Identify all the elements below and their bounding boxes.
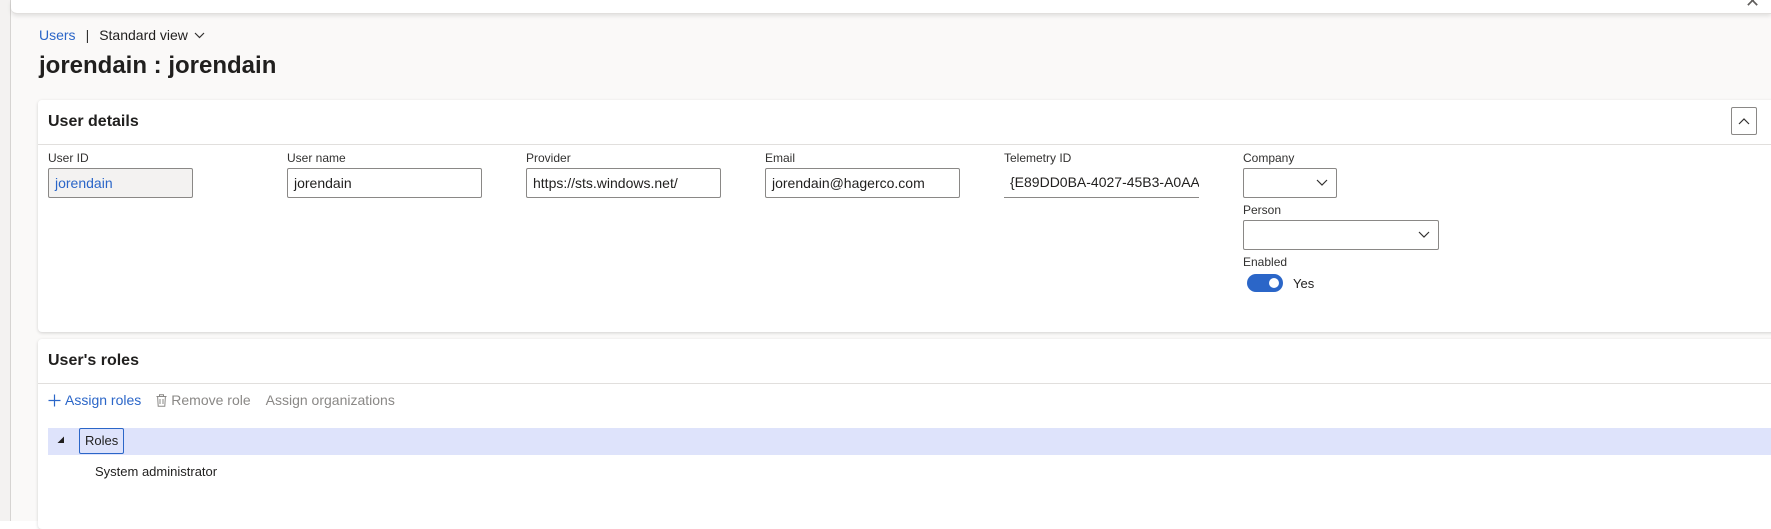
view-selector[interactable]: Standard view <box>99 27 188 43</box>
email-label: Email <box>765 151 796 165</box>
collapse-button[interactable] <box>1731 107 1757 135</box>
top-panel-edge <box>11 0 1771 14</box>
company-label: Company <box>1243 151 1295 165</box>
enabled-toggle[interactable] <box>1247 274 1283 292</box>
assign-roles-button[interactable]: Assign roles <box>48 392 141 408</box>
person-select[interactable] <box>1243 220 1439 250</box>
person-label: Person <box>1243 203 1282 217</box>
breadcrumb-separator: | <box>85 27 90 43</box>
enabled-field: Enabled Yes <box>1243 255 1314 292</box>
chevron-up-icon <box>1738 117 1750 124</box>
user-id-field: User ID jorendain <box>48 151 193 198</box>
provider-input[interactable]: https://sts.windows.net/ <box>526 168 721 198</box>
toggle-knob <box>1269 278 1279 288</box>
user-roles-card: User's roles Assign roles Remove role As… <box>38 339 1771 529</box>
remove-role-button[interactable]: Remove role <box>156 392 251 408</box>
caret-expanded-icon[interactable] <box>57 436 65 444</box>
enabled-value: Yes <box>1293 275 1315 291</box>
section-title: User's roles <box>48 352 139 369</box>
tree-node-system-administrator[interactable]: System administrator <box>95 464 217 479</box>
section-title: User details <box>48 113 139 130</box>
provider-field: Provider https://sts.windows.net/ <box>526 151 721 198</box>
chevron-down-icon <box>1316 179 1328 186</box>
telemetry-id-field: Telemetry ID {E89DD0BA-4027-45B3-A0AA-B.… <box>1004 151 1199 198</box>
assign-organizations-label: Assign organizations <box>265 392 395 408</box>
tree-node-roles[interactable]: Roles <box>79 428 125 454</box>
assign-roles-label: Assign roles <box>65 392 142 408</box>
assign-organizations-button[interactable]: Assign organizations <box>266 392 395 408</box>
telemetry-id-label: Telemetry ID <box>1004 151 1072 165</box>
email-field: Email jorendain@hagerco.com <box>765 151 960 198</box>
user-details-header[interactable]: User details <box>38 100 1771 145</box>
user-roles-header[interactable]: User's roles <box>38 339 1771 384</box>
user-id-input[interactable]: jorendain <box>48 168 193 198</box>
user-name-label: User name <box>287 151 346 165</box>
remove-role-label: Remove role <box>171 392 251 408</box>
telemetry-id-input[interactable]: {E89DD0BA-4027-45B3-A0AA-B... <box>1004 168 1199 198</box>
company-field: Company <box>1243 151 1337 198</box>
enabled-label: Enabled <box>1243 255 1288 269</box>
breadcrumb: Users | Standard view <box>39 27 205 43</box>
left-rail <box>0 0 11 521</box>
close-icon[interactable]: ✕ <box>1745 0 1760 10</box>
person-field: Person <box>1243 203 1439 250</box>
plus-icon <box>48 394 61 406</box>
chevron-down-icon <box>1418 231 1430 238</box>
user-name-input[interactable]: jorendain <box>287 168 482 198</box>
user-details-card: User details User ID jorendain User name… <box>38 100 1771 332</box>
page-title: jorendain : jorendain <box>39 52 277 79</box>
company-select[interactable] <box>1243 168 1337 198</box>
email-input[interactable]: jorendain@hagerco.com <box>765 168 960 198</box>
roles-toolbar: Assign roles Remove role Assign organiza… <box>48 392 410 408</box>
user-name-field: User name jorendain <box>287 151 482 198</box>
breadcrumb-users-link[interactable]: Users <box>39 27 76 43</box>
user-id-label: User ID <box>48 151 89 165</box>
tree-row-roles[interactable]: Roles <box>48 428 1771 455</box>
provider-label: Provider <box>526 151 571 165</box>
trash-icon <box>156 393 167 407</box>
enabled-toggle-row: Yes <box>1243 274 1314 292</box>
chevron-down-icon[interactable] <box>194 32 205 39</box>
